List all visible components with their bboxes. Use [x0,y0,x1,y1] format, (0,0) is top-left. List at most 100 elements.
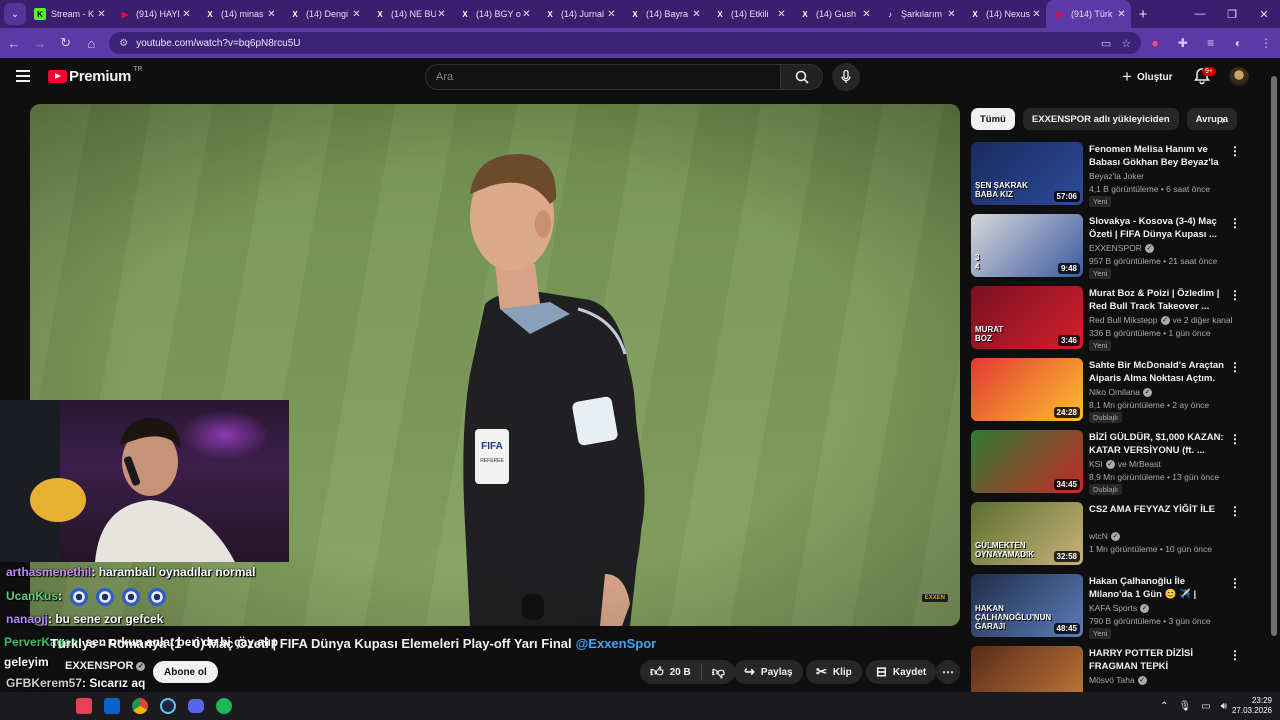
more-options-icon[interactable]: ⋮ [1229,216,1241,230]
browser-tab[interactable]: X (14) BGY o ✕ [451,0,536,28]
tab-close-icon[interactable]: ✕ [181,9,192,20]
share-button[interactable]: ↪ Paylaş [734,660,803,684]
clip-button[interactable]: ✂ Klip [806,660,862,684]
minimize-button[interactable]: — [1184,8,1216,21]
browser-tab[interactable]: X (14) Nexus ✕ [961,0,1046,28]
tab-close-icon[interactable]: ✕ [946,9,957,20]
browser-tab[interactable]: X (14) Etkili ✕ [706,0,791,28]
new-tab-button[interactable]: + [1131,6,1155,23]
site-info-icon[interactable]: ⚙ [119,38,128,49]
tab-search-button[interactable]: ⌄ [4,3,26,25]
recommended-video[interactable]: 3 4 9:48 Slovakya - Kosova (3-4) Maç Özeti… [971,214,1256,280]
network-icon[interactable]: ▭ [1201,701,1210,712]
profile-icon[interactable]: ◐ [1224,36,1252,50]
chips-next-button[interactable]: › [1214,110,1232,128]
video-thumbnail[interactable]: 34:45 [971,430,1083,493]
browser-tab[interactable]: X (14) NE BU ✕ [366,0,451,28]
cast-icon[interactable]: ▭ [1101,37,1111,50]
browser-tab[interactable]: X (14) Bayra ✕ [621,0,706,28]
more-options-icon[interactable]: ⋮ [1229,144,1241,158]
extension-icon[interactable]: ● [1141,36,1169,50]
tab-close-icon[interactable]: ✕ [606,9,617,20]
account-avatar[interactable] [1229,67,1249,87]
page-scrollbar[interactable] [1270,62,1278,692]
video-title[interactable]: Slovakya - Kosova (3-4) Maç Özeti | FIFA… [1089,215,1224,241]
create-button[interactable]: + Oluştur [1114,64,1181,90]
subscribe-button[interactable]: Abone ol [153,661,218,683]
more-options-icon[interactable]: ⋮ [1229,648,1241,662]
browser-tab[interactable]: ▶ (914) HAYI ✕ [111,0,196,28]
more-options-icon[interactable]: ⋮ [1229,288,1241,302]
more-options-icon[interactable]: ⋮ [1229,360,1241,374]
like-button[interactable]: 👍︎ 20 B [640,660,701,684]
extensions-puzzle-icon[interactable]: ✚ [1169,36,1197,50]
close-window-button[interactable]: ✕ [1248,8,1280,21]
recommended-video[interactable]: ŞEN ŞAKRAK BABA KIZ 57:06 Fenomen Melisa H… [971,142,1256,208]
save-button[interactable]: ⊟ Kaydet [866,660,937,684]
channel-mention-link[interactable]: @ExxenSpor [576,636,657,651]
recommended-video[interactable]: HAKAN ÇALHANOĞLU'NUN GARAJI 48:45 Hakan Ça… [971,574,1256,640]
browser-menu-icon[interactable]: ⋮ [1252,36,1280,50]
video-title[interactable]: HARRY POTTER DİZİSİ FRAGMAN TEPKİ [1089,647,1224,673]
restore-button[interactable]: ❐ [1216,8,1248,21]
chat-username[interactable]: arthasmenethil [6,565,91,579]
chat-username[interactable]: nanaojj [6,612,48,626]
channel-name[interactable]: EXXENSPOR ✓ [65,660,146,672]
voice-search-button[interactable] [832,63,860,91]
video-thumbnail[interactable]: ŞEN ŞAKRAK BABA KIZ 57:06 [971,142,1083,205]
channel-name[interactable]: EXXENSPOR ✓ [1089,243,1154,254]
tab-close-icon[interactable]: ✕ [351,9,362,20]
media-controls-icon[interactable]: ≡ [1197,36,1225,50]
recommended-video[interactable]: MURAT BOZ 3:46 Murat Boz & Poizi | Özledim… [971,286,1256,352]
channel-name[interactable]: Niko Omilana ✓ [1089,387,1153,398]
tray-overflow-icon[interactable]: ⌃ [1160,701,1168,712]
recommended-video[interactable]: 34:45 BİZİ GÜLDÜR, $1,000 KAZAN: KATAR VE… [971,430,1256,496]
more-options-icon[interactable]: ⋮ [1229,576,1241,590]
dislike-button[interactable]: 👎︎ [702,660,735,684]
browser-tab[interactable]: X (14) Jurnal ✕ [536,0,621,28]
tab-close-icon[interactable]: ✕ [1031,9,1042,20]
browser-tab[interactable]: ♪ Şarkılarım ✕ [876,0,961,28]
recommended-video[interactable]: GÜLMEKTEN OYNAYAMADIK 32:58 CS2 AMA FEYYAZ… [971,502,1256,568]
taskbar-app-steam[interactable] [154,694,182,718]
mic-tray-icon[interactable]: 🎙︎ [1178,701,1191,712]
video-title[interactable]: BİZİ GÜLDÜR, $1,000 KAZAN: KATAR VERSİYO… [1089,431,1224,457]
video-title[interactable]: Murat Boz & Poizi | Özledim | Red Bull T… [1089,287,1224,313]
browser-tab[interactable]: ▶ (914) Türk ✕ [1046,0,1131,28]
channel-name[interactable]: KAFA Sports ✓ [1089,603,1150,614]
tab-close-icon[interactable]: ✕ [96,9,107,20]
channel-name[interactable]: KSI ✓ ve MrBeast [1089,459,1161,470]
forward-button[interactable]: → [28,36,52,51]
chat-username[interactable]: GFBKerem57 [6,676,82,690]
channel-name[interactable]: wtcN ✓ [1089,531,1120,542]
taskbar-app-chrome[interactable] [126,694,154,718]
tab-close-icon[interactable]: ✕ [861,9,872,20]
video-title[interactable]: CS2 AMA FEYYAZ YİĞİT İLE [1089,503,1224,516]
browser-tab[interactable]: K Stream - K ✕ [26,0,111,28]
home-button[interactable]: ⌂ [79,36,103,51]
tab-close-icon[interactable]: ✕ [1116,9,1127,20]
video-title[interactable]: Hakan Çalhanoğlu İle Milano'da 1 Gün 😊 ✈… [1089,575,1224,601]
video-title[interactable]: Sahte Bir McDonald's Araçtan Aiparis Alm… [1089,359,1224,385]
taskbar-app-outlook[interactable] [98,694,126,718]
youtube-premium-logo[interactable]: Premium TR [48,66,142,85]
taskbar-clock[interactable]: 23:29 27.03.2026 [1232,696,1272,716]
more-options-icon[interactable]: ⋮ [1229,432,1241,446]
video-thumbnail[interactable]: GÜLMEKTEN OYNAYAMADIK 32:58 [971,502,1083,565]
video-thumbnail[interactable]: 24:28 [971,358,1083,421]
taskbar-app-discord[interactable] [182,694,210,718]
channel-name[interactable]: Mösvö Taha ✓ [1089,675,1147,686]
video-thumbnail[interactable]: MURAT BOZ 3:46 [971,286,1083,349]
video-thumbnail[interactable]: 3 4 9:48 [971,214,1083,277]
channel-name[interactable]: Red Bull Mikstepp ✓ ve 2 diğer kanal [1089,315,1233,326]
video-title[interactable]: Fenomen Melisa Hanım ve Babası Gökhan Be… [1089,143,1224,169]
chat-username[interactable]: UcanKus [6,589,58,603]
volume-icon[interactable]: 🔊︎ [1221,701,1227,712]
scrollbar-thumb[interactable] [1271,76,1277,636]
browser-tab[interactable]: X (14) minas ✕ [196,0,281,28]
tab-close-icon[interactable]: ✕ [521,9,532,20]
search-input[interactable]: Ara [425,64,781,90]
video-thumbnail[interactable]: HAKAN ÇALHANOĞLU'NUN GARAJI 48:45 [971,574,1083,637]
browser-tab[interactable]: X (14) Gush ✕ [791,0,876,28]
bookmark-star-icon[interactable]: ☆ [1121,37,1131,50]
